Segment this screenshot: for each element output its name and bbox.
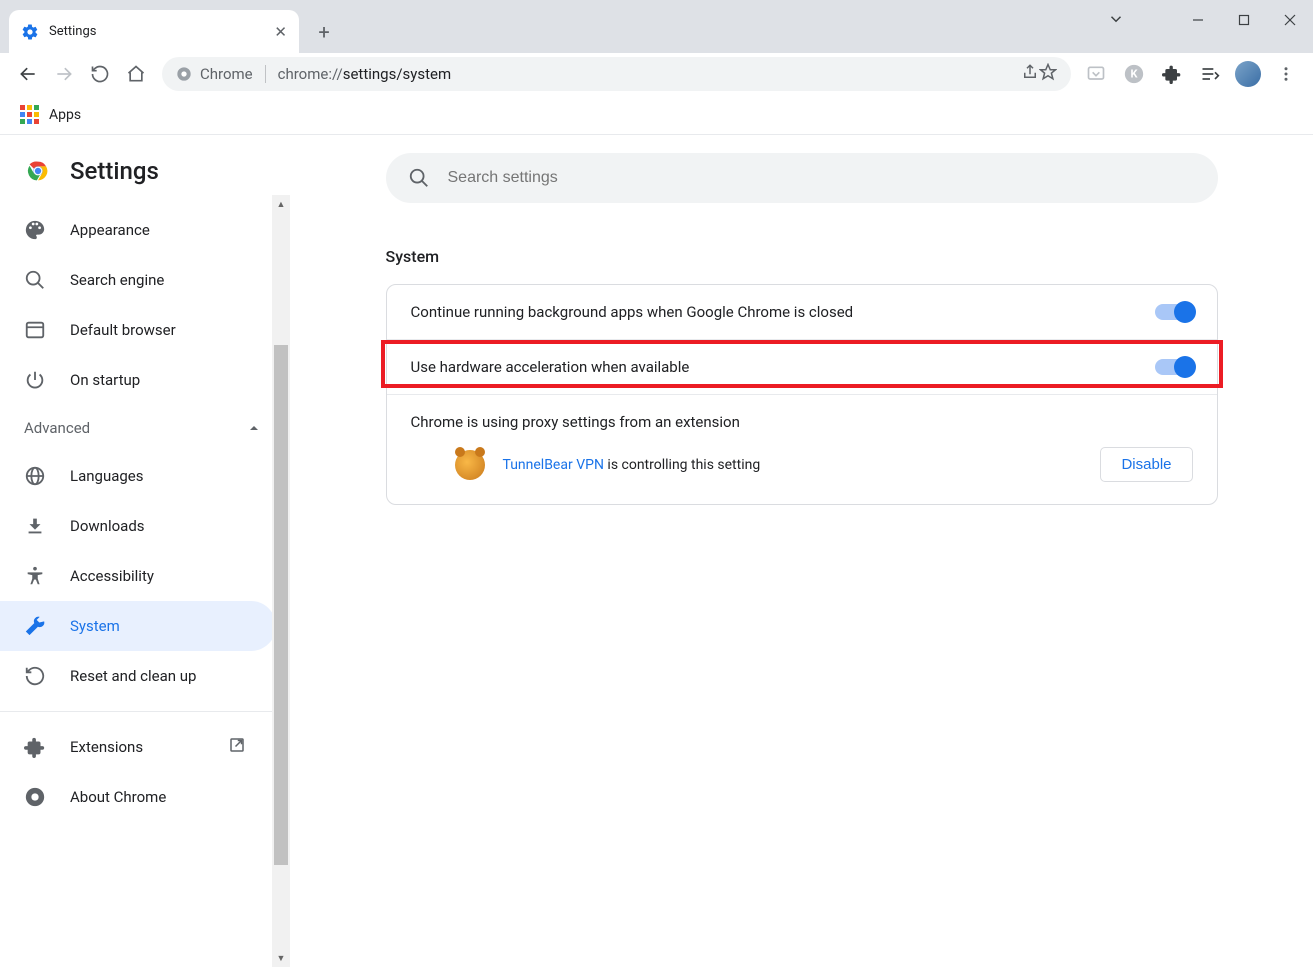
- palette-icon: [24, 219, 46, 241]
- svg-text:K: K: [1131, 67, 1139, 80]
- proxy-extension-row: TunnelBear VPN is controlling this setti…: [387, 435, 1217, 504]
- chrome-mono-icon: [24, 786, 46, 808]
- sidebar-item-label: Appearance: [70, 221, 150, 239]
- window-close-button[interactable]: [1267, 0, 1313, 40]
- sidebar-item-label: System: [70, 617, 120, 635]
- sidebar-item-label: Default browser: [70, 321, 176, 339]
- settings-sidebar: Settings Appearance Search engine Defaul…: [0, 135, 290, 967]
- chrome-chip-icon: [176, 66, 192, 82]
- pocket-extension-icon[interactable]: [1079, 57, 1113, 91]
- bookmarks-bar: Apps: [0, 95, 1313, 135]
- address-chip-label: Chrome: [200, 65, 253, 83]
- sidebar-item-label: Extensions: [70, 738, 143, 756]
- window-titlebar: Settings ✕ +: [0, 0, 1313, 53]
- reload-button[interactable]: [82, 56, 118, 92]
- sidebar-item-languages[interactable]: Languages: [0, 451, 276, 501]
- section-title: System: [386, 247, 1218, 266]
- sidebar-item-downloads[interactable]: Downloads: [0, 501, 276, 551]
- setting-row-proxy: Chrome is using proxy settings from an e…: [387, 395, 1217, 435]
- share-icon[interactable]: [1021, 63, 1039, 85]
- advanced-label: Advanced: [24, 419, 90, 437]
- setting-label: Continue running background apps when Go…: [411, 303, 854, 321]
- k-extension-icon[interactable]: K: [1117, 57, 1151, 91]
- window-minimize-button[interactable]: [1175, 0, 1221, 40]
- toggle-background-apps[interactable]: [1155, 304, 1193, 320]
- url-prefix: chrome://: [278, 65, 343, 83]
- sidebar-item-label: Downloads: [70, 517, 145, 535]
- back-button[interactable]: [10, 56, 46, 92]
- reading-list-icon[interactable]: [1193, 57, 1227, 91]
- sidebar-item-default-browser[interactable]: Default browser: [0, 305, 276, 355]
- scroll-down-icon[interactable]: ▼: [272, 949, 290, 967]
- search-icon: [24, 269, 46, 291]
- new-tab-button[interactable]: +: [309, 17, 339, 47]
- sidebar-item-reset[interactable]: Reset and clean up: [0, 651, 276, 701]
- sidebar-item-extensions[interactable]: Extensions: [0, 722, 276, 772]
- toggle-hardware-accel[interactable]: [1155, 359, 1193, 375]
- sidebar-separator: [0, 711, 290, 712]
- close-tab-icon[interactable]: ✕: [274, 23, 287, 41]
- apps-label: Apps: [49, 107, 81, 123]
- sidebar-item-system[interactable]: System: [0, 601, 276, 651]
- setting-label: Use hardware acceleration when available: [411, 358, 690, 376]
- sidebar-item-label: About Chrome: [70, 788, 166, 806]
- bookmark-star-icon[interactable]: [1039, 63, 1057, 85]
- tabs-dropdown-icon[interactable]: [1107, 10, 1125, 32]
- wrench-icon: [24, 615, 46, 637]
- kebab-menu-icon[interactable]: [1269, 57, 1303, 91]
- sidebar-scrollbar[interactable]: ▲ ▼: [272, 195, 290, 967]
- sidebar-item-about[interactable]: About Chrome: [0, 772, 276, 822]
- forward-button[interactable]: [46, 56, 82, 92]
- sidebar-item-on-startup[interactable]: On startup: [0, 355, 276, 405]
- setting-label: Chrome is using proxy settings from an e…: [411, 413, 740, 431]
- sidebar-item-search-engine[interactable]: Search engine: [0, 255, 276, 305]
- browser-window-icon: [24, 319, 46, 341]
- chevron-up-icon: [248, 422, 260, 434]
- sidebar-advanced-toggle[interactable]: Advanced: [0, 405, 290, 451]
- disable-extension-button[interactable]: Disable: [1100, 447, 1192, 482]
- chrome-logo-icon: [24, 157, 52, 185]
- sidebar-item-appearance[interactable]: Appearance: [0, 205, 276, 255]
- apps-grid-icon: [20, 105, 39, 124]
- external-link-icon: [228, 736, 246, 758]
- page-title: Settings: [70, 157, 159, 185]
- apps-shortcut[interactable]: Apps: [20, 105, 81, 124]
- browser-tab[interactable]: Settings ✕: [9, 10, 299, 53]
- puzzle-icon: [24, 736, 46, 758]
- power-icon: [24, 369, 46, 391]
- omnibox-divider: [265, 65, 266, 83]
- restore-icon: [24, 665, 46, 687]
- gear-icon: [21, 23, 39, 41]
- browser-toolbar: Chrome chrome://settings/system K: [0, 53, 1313, 95]
- home-button[interactable]: [118, 56, 154, 92]
- sidebar-item-label: Search engine: [70, 271, 164, 289]
- globe-icon: [24, 465, 46, 487]
- setting-row-hardware-accel: Use hardware acceleration when available: [387, 340, 1217, 394]
- sidebar-item-label: Reset and clean up: [70, 667, 196, 685]
- tunnelbear-icon: [455, 450, 485, 480]
- setting-row-background-apps: Continue running background apps when Go…: [387, 285, 1217, 339]
- search-input[interactable]: [448, 169, 1196, 187]
- search-icon: [408, 167, 430, 189]
- extension-link[interactable]: TunnelBear VPN: [503, 457, 604, 473]
- download-icon: [24, 515, 46, 537]
- accessibility-icon: [24, 565, 46, 587]
- extensions-puzzle-icon[interactable]: [1155, 57, 1189, 91]
- url-path: settings/system: [343, 65, 451, 83]
- sidebar-item-label: On startup: [70, 371, 140, 389]
- settings-search[interactable]: [386, 153, 1218, 203]
- scroll-thumb[interactable]: [274, 345, 288, 865]
- sidebar-item-accessibility[interactable]: Accessibility: [0, 551, 276, 601]
- tab-title: Settings: [49, 24, 274, 39]
- scroll-up-icon[interactable]: ▲: [272, 195, 290, 213]
- extension-suffix: is controlling this setting: [604, 457, 760, 473]
- settings-content: System Continue running background apps …: [290, 135, 1313, 967]
- window-maximize-button[interactable]: [1221, 0, 1267, 40]
- address-bar[interactable]: Chrome chrome://settings/system: [162, 57, 1071, 91]
- sidebar-item-label: Languages: [70, 467, 144, 485]
- sidebar-item-label: Accessibility: [70, 567, 154, 585]
- system-settings-card: Continue running background apps when Go…: [386, 284, 1218, 505]
- profile-avatar[interactable]: [1231, 57, 1265, 91]
